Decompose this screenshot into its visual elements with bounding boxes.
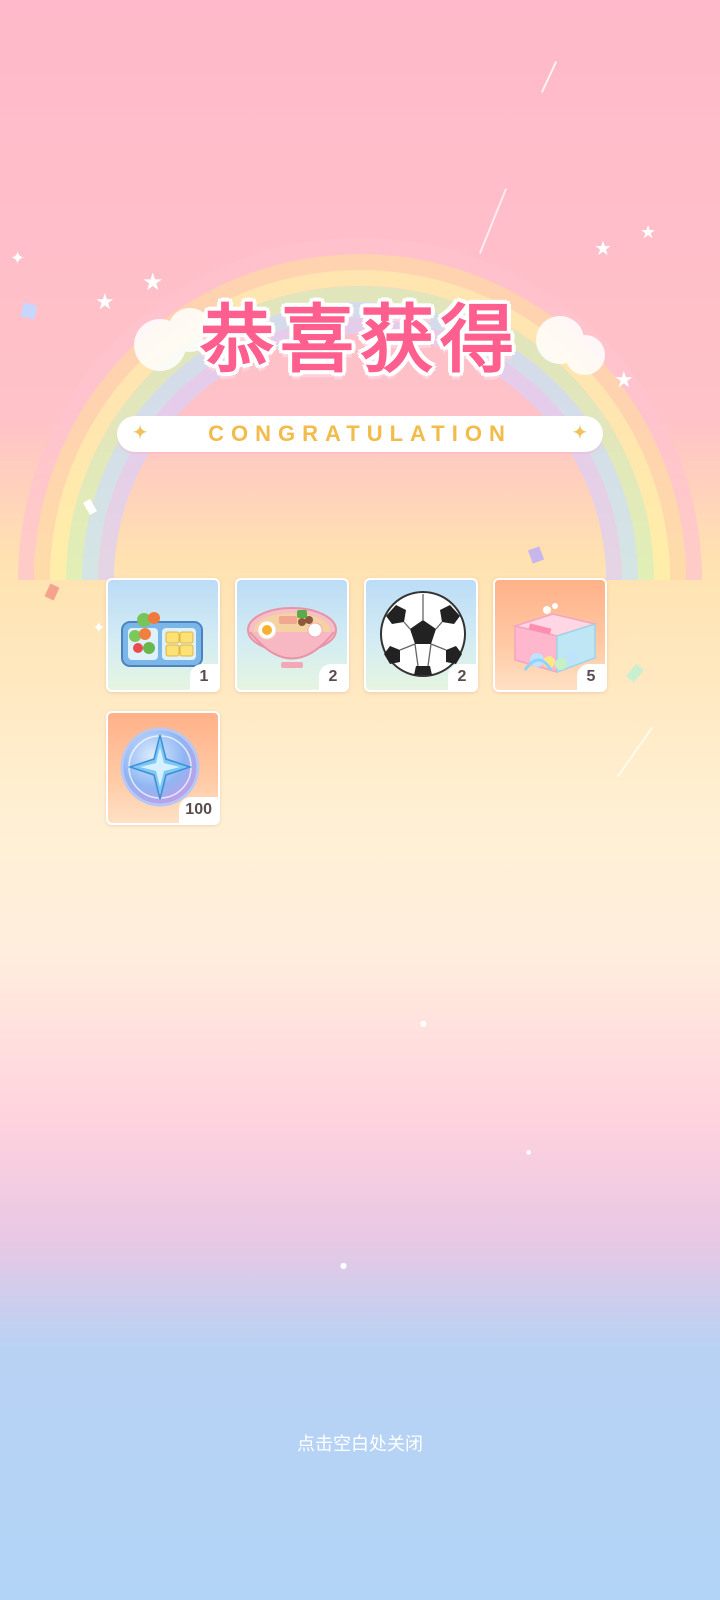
sparkle-icon: ★ [594, 236, 612, 260]
reward-item[interactable]: 2 [235, 578, 349, 692]
reward-item[interactable]: 5 [493, 578, 607, 692]
reward-dismiss-area[interactable]: ✦ ★ ★ ★ ★ ★ ✦ ● ● ● 恭喜获得 ✦ CONGRATULATIO… [0, 0, 720, 1600]
item-quantity: 5 [577, 664, 605, 690]
sparkle-icon: ✦ [10, 248, 26, 269]
sparkle-icon: ★ [640, 222, 657, 243]
item-quantity: 100 [179, 797, 218, 823]
title-banner: 恭喜获得 [0, 280, 720, 387]
reward-item[interactable]: 1 [106, 578, 220, 692]
sparkle-icon: ● [526, 1149, 532, 1156]
subtitle-banner: ✦ CONGRATULATION ✦ [117, 416, 603, 452]
sparkle-icon: ✦ [92, 618, 106, 637]
sparkle-icon: ✦ [572, 423, 587, 442]
streak [616, 726, 654, 778]
sparkle-icon: ● [420, 1019, 427, 1028]
item-quantity: 2 [319, 664, 347, 690]
confetti-piece [626, 663, 644, 683]
close-hint-text: 点击空白处关闭 [297, 1434, 423, 1455]
reward-item[interactable]: 100 [106, 711, 220, 825]
sparkle-icon: ● [340, 1261, 347, 1270]
sparkle-icon: ✦ [133, 423, 148, 442]
reward-item[interactable]: 2 [364, 578, 478, 692]
subtitle-text: CONGRATULATION [208, 421, 512, 446]
item-quantity: 1 [190, 664, 218, 690]
reward-title: 恭喜获得 [200, 297, 520, 383]
item-quantity: 2 [448, 664, 476, 690]
